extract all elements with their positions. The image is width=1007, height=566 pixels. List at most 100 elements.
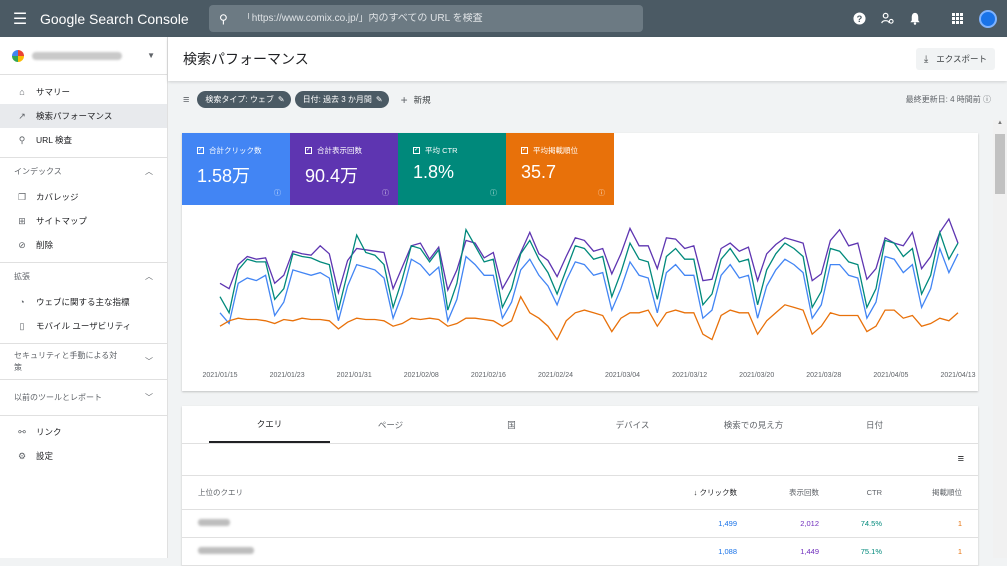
trending-up-icon: ↗ [18, 110, 26, 121]
edit-icon: ✎ [277, 95, 285, 104]
metric-position[interactable]: ✓ 平均掲載順位 35.7 ⓘ [506, 133, 614, 205]
sidebar: ▼ ⌂ サマリー ↗ 検索パフォーマンス ⚲ URL 検査 インデックス ︿ ❐… [0, 37, 168, 558]
tab-dates[interactable]: 日付 [814, 406, 935, 443]
help-outline-icon[interactable]: ⓘ [490, 188, 497, 198]
account-avatar[interactable] [979, 9, 997, 28]
search-icon: ⚲ [18, 134, 26, 145]
property-selector[interactable]: ▼ [0, 37, 167, 75]
section-enhancements[interactable]: 拡張 ︿ [0, 262, 167, 290]
section-legacy-tools[interactable]: 以前のツールとレポート ﹀ [0, 379, 167, 415]
sidebar-item-settings[interactable]: ⚙ 設定 [0, 444, 167, 468]
removal-icon: ⊘ [18, 239, 26, 250]
x-tick-label: 2021/01/23 [270, 372, 305, 379]
checkbox-checked-icon: ✓ [413, 147, 420, 154]
notifications-icon[interactable] [901, 5, 929, 33]
home-icon: ⌂ [19, 87, 25, 97]
filter-bar: ≡ 検索タイプ: ウェブ ✎ 日付: 過去 3 か月間 ✎ + 新規 [168, 81, 1007, 118]
chevron-up-icon: ︿ [145, 272, 153, 281]
tab-queries[interactable]: クエリ [209, 406, 330, 443]
checkbox-checked-icon: ✓ [521, 147, 528, 154]
manage-users-icon[interactable] [873, 5, 901, 33]
new-filter-button[interactable]: + 新規 [401, 93, 431, 107]
gauge-icon: ◔ [19, 297, 25, 307]
scroll-up-icon[interactable]: ▲ [993, 120, 1007, 132]
checkbox-checked-icon: ✓ [197, 147, 204, 154]
series-line-3 [219, 295, 959, 341]
help-outline-icon[interactable]: ⓘ [274, 188, 281, 198]
scrollbar-thumb[interactable] [995, 134, 1005, 194]
filter-icon[interactable]: ≡ [183, 94, 189, 106]
scrollbar[interactable]: ▲ [993, 120, 1007, 558]
x-tick-label: 2021/04/13 [940, 372, 975, 379]
performance-chart-card: ✓ 合計クリック数 1.58万 ⓘ ✓ 合計表示回数 90.4万 ⓘ ✓ 平均 CTR… [182, 133, 978, 391]
top-bar: ☰ Google Search Console ⚲ ? [0, 0, 1007, 37]
metric-tiles: ✓ 合計クリック数 1.58万 ⓘ ✓ 合計表示回数 90.4万 ⓘ ✓ 平均 CTR… [182, 133, 978, 205]
help-outline-icon[interactable]: ⓘ [382, 188, 389, 198]
results-table-card: クエリ ページ 国 デバイス 検索での見え方 日付 ≡ 上位のクエリ ↓ クリッ… [182, 406, 978, 566]
chevron-down-icon: ﹀ [145, 357, 153, 366]
sidebar-item-removals[interactable]: ⊘ 削除 [0, 233, 167, 257]
help-outline-icon[interactable]: ⓘ [983, 95, 991, 104]
sidebar-item-core-web-vitals[interactable]: ◔ ウェブに関する主な指標 [0, 290, 167, 314]
query-blurred [198, 547, 254, 554]
tab-countries[interactable]: 国 [451, 406, 572, 443]
plus-icon: + [400, 92, 408, 107]
sidebar-item-coverage[interactable]: ❐ カバレッジ [0, 185, 167, 209]
x-tick-label: 2021/03/28 [806, 372, 841, 379]
app-title: Google Search Console [40, 10, 189, 27]
apps-icon[interactable] [943, 5, 971, 33]
metric-impressions[interactable]: ✓ 合計表示回数 90.4万 ⓘ [290, 133, 398, 205]
tab-pages[interactable]: ページ [330, 406, 451, 443]
url-inspect-search[interactable]: ⚲ [209, 5, 643, 32]
metric-ctr[interactable]: ✓ 平均 CTR 1.8% ⓘ [398, 133, 506, 205]
export-button[interactable]: ⤓ エクスポート [915, 48, 995, 70]
search-icon: ⚲ [219, 11, 228, 26]
edit-icon: ✎ [375, 95, 383, 104]
last-updated: 最終更新日: 4 時間前 ⓘ [905, 95, 991, 104]
caret-down-icon: ▼ [147, 51, 155, 60]
x-tick-label: 2021/03/20 [739, 372, 774, 379]
search-input[interactable] [241, 13, 622, 24]
sort-clicks-header[interactable]: ↓ クリック数 [652, 487, 737, 498]
main-content: 検索パフォーマンス ⤓ エクスポート ≡ 検索タイプ: ウェブ ✎ 日付: 過去 … [168, 37, 1007, 566]
query-blurred [198, 519, 230, 526]
table-filter-row: ≡ [182, 444, 978, 476]
search-type-chip[interactable]: 検索タイプ: ウェブ ✎ [197, 91, 291, 108]
table-row[interactable]: 1,088 1,449 75.1% 1 [182, 538, 978, 566]
table-header: 上位のクエリ ↓ クリック数 表示回数 CTR 掲載順位 [182, 476, 978, 510]
help-icon[interactable]: ? [845, 5, 873, 33]
performance-line-chart[interactable]: 2021/01/15 2021/01/23 2021/01/31 2021/02/08… [182, 205, 978, 391]
sidebar-item-url-inspection[interactable]: ⚲ URL 検査 [0, 128, 167, 152]
x-tick-label: 2021/03/12 [672, 372, 707, 379]
sidebar-item-links[interactable]: ⚯ リンク [0, 420, 167, 444]
phone-icon: ▯ [19, 320, 25, 331]
checkbox-checked-icon: ✓ [305, 147, 312, 154]
sitemap-icon: ⊞ [18, 215, 26, 226]
page-title: 検索パフォーマンス [183, 51, 309, 67]
x-tick-label: 2021/02/24 [538, 372, 573, 379]
arrow-down-icon: ↓ [693, 488, 698, 497]
x-tick-label: 2021/03/04 [605, 372, 640, 379]
sidebar-item-sitemaps[interactable]: ⊞ サイトマップ [0, 209, 167, 233]
svg-text:?: ? [856, 14, 862, 24]
metric-clicks[interactable]: ✓ 合計クリック数 1.58万 ⓘ [182, 133, 290, 205]
chevron-up-icon: ︿ [145, 167, 153, 176]
filter-icon[interactable]: ≡ [958, 453, 964, 465]
sidebar-item-mobile-usability[interactable]: ▯ モバイル ユーザビリティ [0, 314, 167, 338]
chevron-down-icon: ﹀ [145, 393, 153, 402]
date-chip[interactable]: 日付: 過去 3 か月間 ✎ [294, 91, 389, 108]
sidebar-item-summary[interactable]: ⌂ サマリー [0, 80, 167, 104]
download-icon: ⤓ [923, 53, 929, 65]
coverage-icon: ❐ [17, 191, 27, 202]
x-tick-label: 2021/04/05 [873, 372, 908, 379]
menu-icon[interactable]: ☰ [0, 0, 40, 37]
table-row[interactable]: 1,499 2,012 74.5% 1 [182, 510, 978, 538]
sidebar-item-performance[interactable]: ↗ 検索パフォーマンス [0, 104, 167, 128]
tab-search-appearance[interactable]: 検索での見え方 [693, 406, 814, 443]
dimension-tabs: クエリ ページ 国 デバイス 検索での見え方 日付 [182, 406, 978, 444]
page-header: 検索パフォーマンス ⤓ エクスポート [168, 37, 1007, 81]
tab-devices[interactable]: デバイス [572, 406, 693, 443]
help-outline-icon[interactable]: ⓘ [598, 188, 605, 198]
section-index[interactable]: インデックス ︿ [0, 157, 167, 185]
section-security[interactable]: セキュリティと手動による対策 ﹀ [0, 343, 167, 379]
